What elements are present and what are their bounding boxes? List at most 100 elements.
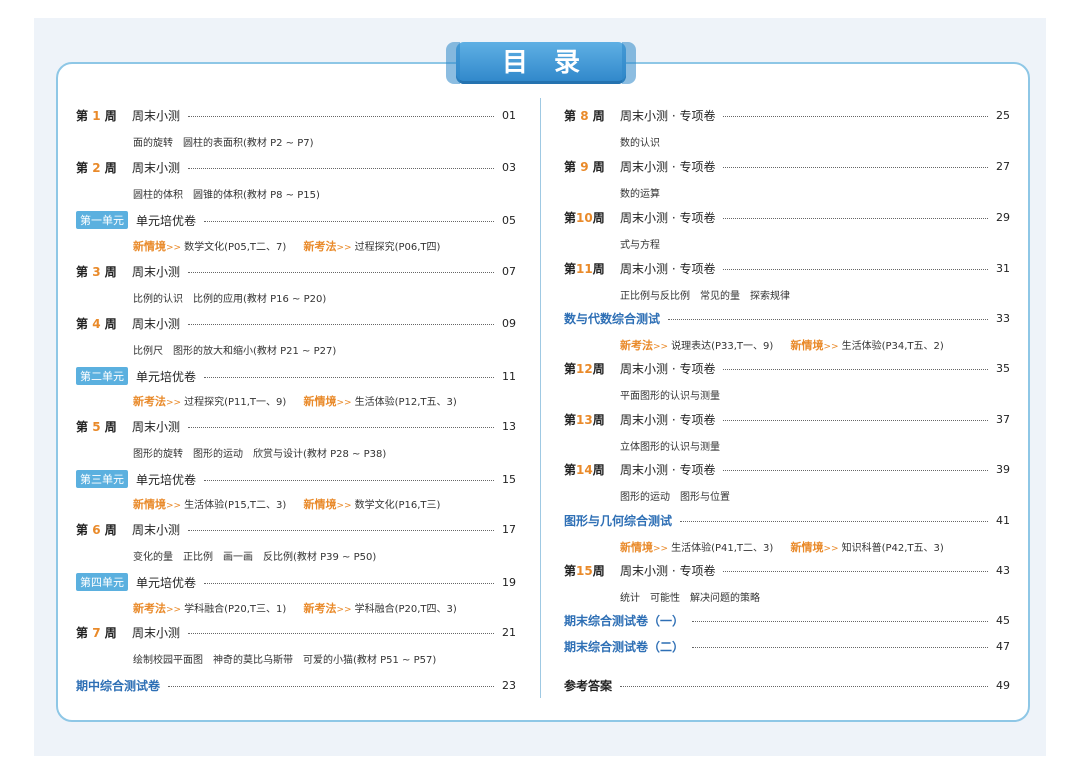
toc-entry-final-test-2[interactable]: 期末综合测试卷（二） 47 [564,637,1010,655]
entry-title: 周末小测 · 专项卷 [620,563,716,578]
entry-title: 周末小测 [132,625,181,640]
week-label: 第 1 周 [76,108,117,123]
entry-subtitle: 比例尺 图形的放大和缩小(教材 P21 ~ P27) [133,346,337,357]
page-number: 33 [996,311,1010,325]
entry-tags: 新考法>> 说理表达(P33,T一、9) 新情境>> 生活体验(P34,T五、2) [620,339,944,352]
entry-subtitle: 统计 可能性 解决问题的策略 [620,593,760,604]
week-label: 第 8 周 [564,108,605,123]
entry-subtitle: 数的认识 [620,138,660,149]
entry-subtitle: 正比例与反比例 常见的量 探索规律 [620,291,790,302]
toc-entry-unit-3[interactable]: 第三单元 单元培优卷 15 [76,470,516,488]
entry-title: 周末小测 · 专项卷 [620,361,716,376]
dot-leader [723,570,988,572]
entry-title: 单元培优卷 [136,213,197,228]
entry-subtitle: 立体图形的认识与测量 [620,442,720,453]
week-label: 第 9 周 [564,159,605,174]
entry-title: 周末小测 [132,419,181,434]
week-label: 第14周 [564,462,605,477]
toc-entry-algebra-test[interactable]: 数与代数综合测试 33 [564,309,1010,327]
page-number: 19 [502,575,516,589]
toc-entry-week-8[interactable]: 第 8 周 周末小测 · 专项卷 25 [564,106,1010,124]
dot-leader [188,529,494,531]
dot-leader [188,115,494,117]
week-label: 第 2 周 [76,160,117,175]
unit-badge: 第三单元 [76,470,128,488]
entry-title: 期末综合测试卷（一） [564,613,685,628]
toc-entry-week-5[interactable]: 第 5 周 周末小测 13 [76,417,516,435]
toc-entry-week-13[interactable]: 第13周 周末小测 · 专项卷 37 [564,410,1010,428]
page-number: 01 [502,108,516,122]
entry-title: 图形与几何综合测试 [564,513,673,528]
week-label: 第 5 周 [76,419,117,434]
week-label: 第13周 [564,412,605,427]
toc-entry-week-6[interactable]: 第 6 周 周末小测 17 [76,520,516,538]
week-label: 第 4 周 [76,316,117,331]
dot-leader [680,520,988,522]
dot-leader [723,469,988,471]
page-number: 45 [996,613,1010,627]
toc-entry-week-11[interactable]: 第11周 周末小测 · 专项卷 31 [564,259,1010,277]
toc-entry-week-1[interactable]: 第 1 周 周末小测 01 [76,106,516,124]
entry-title: 周末小测 · 专项卷 [620,261,716,276]
toc-entry-week-14[interactable]: 第14周 周末小测 · 专项卷 39 [564,460,1010,478]
unit-badge: 第二单元 [76,367,128,385]
page-number: 27 [996,159,1010,173]
page-number: 09 [502,316,516,330]
entry-tags: 新情境>> 数学文化(P05,T二、7) 新考法>> 过程探究(P06,T四) [133,240,441,253]
dot-leader [204,376,494,378]
page-number: 29 [996,210,1010,224]
toc-entry-week-12[interactable]: 第12周 周末小测 · 专项卷 35 [564,359,1010,377]
dot-leader [723,166,988,168]
page-number: 07 [502,264,516,278]
toc-entry-week-9[interactable]: 第 9 周 周末小测 · 专项卷 27 [564,157,1010,175]
page-number: 39 [996,462,1010,476]
entry-tags: 新考法>> 过程探究(P11,T一、9) 新情境>> 生活体验(P12,T五、3) [133,395,457,408]
entry-subtitle: 平面图形的认识与测量 [620,391,720,402]
entry-title: 周末小测 [132,160,181,175]
entry-title: 周末小测 [132,522,181,537]
toc-entry-final-test-1[interactable]: 期末综合测试卷（一） 45 [564,611,1010,629]
entry-subtitle: 圆柱的体积 圆锥的体积(教材 P8 ~ P15) [133,190,320,201]
page-title: 目录 [446,42,636,84]
dot-leader [168,685,494,687]
page-number: 11 [502,369,516,383]
dot-leader [723,368,988,370]
entry-subtitle: 式与方程 [620,240,660,251]
entry-subtitle: 绘制校园平面图 神奇的莫比乌斯带 可爱的小猫(教材 P51 ~ P57) [133,655,437,666]
toc-entry-unit-1[interactable]: 第一单元 单元培优卷 05 [76,211,516,229]
page-number: 05 [502,213,516,227]
page-number: 15 [502,472,516,486]
toc-entry-week-7[interactable]: 第 7 周 周末小测 21 [76,623,516,641]
page-number: 13 [502,419,516,433]
entry-subtitle: 数的运算 [620,189,660,200]
toc-entry-week-2[interactable]: 第 2 周 周末小测 03 [76,158,516,176]
toc-entry-answers[interactable]: 参考答案 49 [564,676,1010,694]
toc-entry-week-4[interactable]: 第 4 周 周末小测 09 [76,314,516,332]
entry-title: 周末小测 [132,316,181,331]
dot-leader [668,318,988,320]
page-number: 03 [502,160,516,174]
page-number: 49 [996,678,1010,692]
toc-entry-unit-2[interactable]: 第二单元 单元培优卷 11 [76,367,516,385]
week-label: 第12周 [564,361,605,376]
toc-entry-unit-4[interactable]: 第四单元 单元培优卷 19 [76,573,516,591]
dot-leader [723,115,988,117]
page-number: 21 [502,625,516,639]
toc-entry-week-10[interactable]: 第10周 周末小测 · 专项卷 29 [564,208,1010,226]
page-number: 23 [502,678,516,692]
toc-entry-geometry-test[interactable]: 图形与几何综合测试 41 [564,511,1010,529]
column-divider [540,98,541,698]
entry-title: 周末小测 [132,264,181,279]
toc-entry-week-3[interactable]: 第 3 周 周末小测 07 [76,262,516,280]
toc-entry-midterm-test[interactable]: 期中综合测试卷 23 [76,676,516,694]
page-number: 17 [502,522,516,536]
week-label: 第10周 [564,210,605,225]
dot-leader [188,271,494,273]
entry-title: 周末小测 · 专项卷 [620,210,716,225]
entry-title: 周末小测 · 专项卷 [620,108,716,123]
entry-title: 单元培优卷 [136,575,197,590]
entry-tags: 新情境>> 生活体验(P15,T二、3) 新情境>> 数学文化(P16,T三) [133,498,441,511]
toc-entry-week-15[interactable]: 第15周 周末小测 · 专项卷 43 [564,561,1010,579]
unit-badge: 第一单元 [76,211,128,229]
week-label: 第15周 [564,563,605,578]
